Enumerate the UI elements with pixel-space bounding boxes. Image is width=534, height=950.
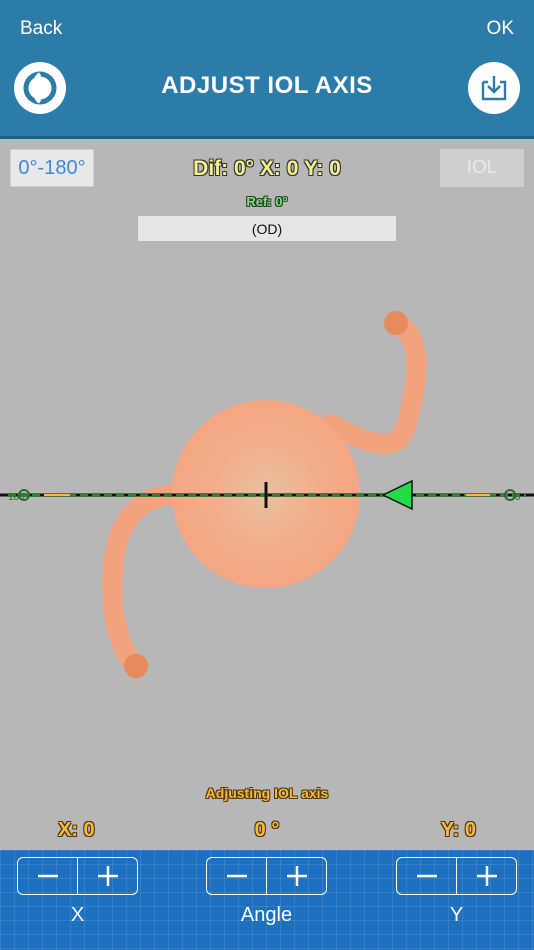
y-minus-button[interactable] [397,858,456,894]
ok-button[interactable]: OK [487,18,514,40]
y-readout: Y: 0 [440,819,476,841]
back-button[interactable]: Back [20,18,62,40]
axis-marker-icon[interactable] [381,479,413,511]
minus-icon [226,874,247,878]
control-bar: X Angle Y [0,850,534,950]
iol-axis[interactable]: 180 0 [0,479,534,511]
y-stepper [396,857,517,895]
angle-minus-button[interactable] [207,858,266,894]
angle-control-label: Angle [240,904,293,926]
minus-icon [416,874,437,878]
iol-canvas[interactable]: 180 0 0°-180° IOL Dif: 0° X: 0 Y: 0 Ref:… [0,139,534,850]
y-plus-button[interactable] [456,858,516,894]
x-control-label: X [70,904,85,926]
plus-icon [476,866,497,886]
page-title: ADJUST IOL AXIS [161,72,373,99]
download-button[interactable] [468,62,520,114]
iol-lens-drawing[interactable]: 180 0 [0,139,534,850]
difference-readout: Dif: 0° X: 0 Y: 0 [193,157,341,180]
plus-icon [286,866,307,886]
eye-label: (OD) [138,216,396,241]
status-message: Adjusting IOL axis [205,785,329,801]
reference-readout: Ref: 0° [246,194,288,209]
x-minus-button[interactable] [18,858,77,894]
minus-icon [37,874,58,878]
x-plus-button[interactable] [77,858,137,894]
download-icon [481,76,507,101]
scale-label-left: 180 [8,492,25,503]
upper-haptic [320,311,427,455]
x-stepper [17,857,138,895]
header-bar: Back OK ADJUST IOL AXIS [0,0,534,139]
plus-icon [97,866,118,886]
y-control-label: Y [449,904,464,926]
scale-label-right: 0 [515,492,521,503]
angle-stepper [206,857,327,895]
angle-plus-button[interactable] [266,858,326,894]
